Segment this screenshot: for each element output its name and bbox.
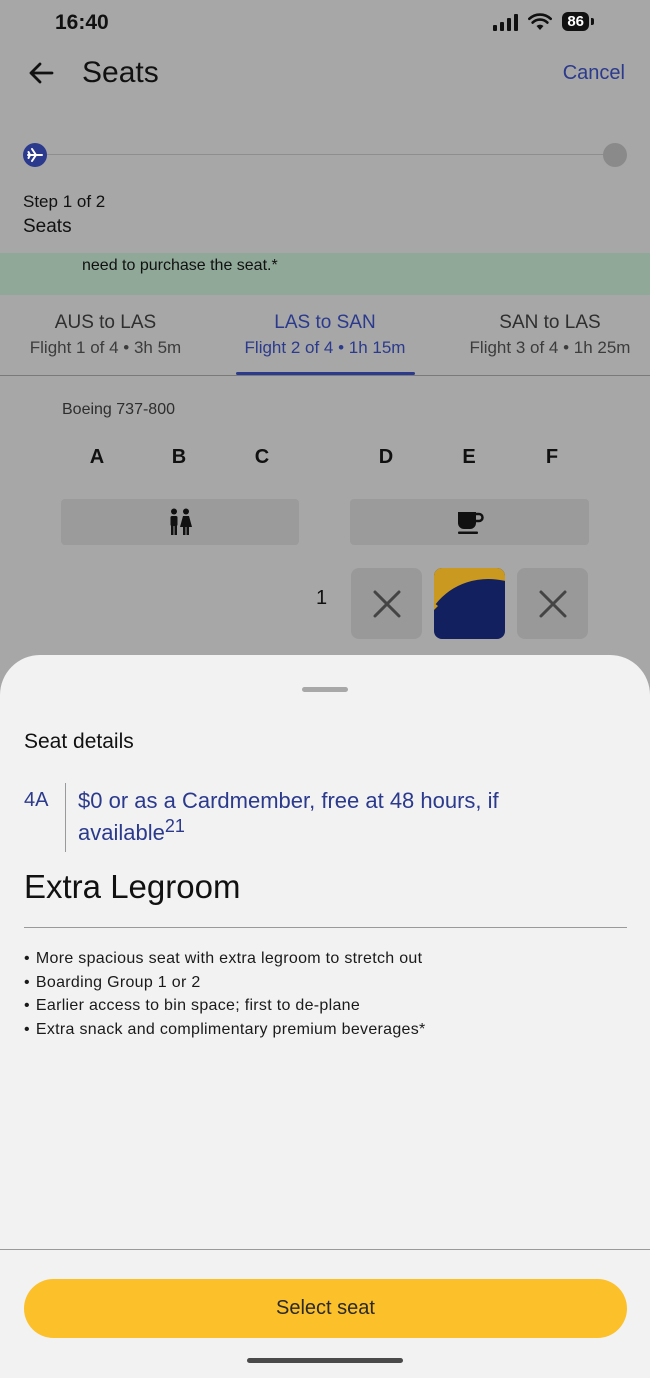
coffee-icon: [457, 512, 484, 534]
close-icon: [539, 590, 566, 617]
column-letter: B: [171, 446, 187, 468]
seat-details-sheet: Seat details 4A $0 or as a Cardmember, f…: [0, 655, 650, 1378]
step-label: Step 1 of 2: [23, 192, 106, 211]
step-progress: [23, 143, 627, 167]
step-name: Seats: [23, 216, 72, 237]
tab-meta: Flight 1 of 4 • 3h 5m: [29, 338, 182, 357]
seat-price-text: $0 or as a Cardmember, free at 48 hours,…: [78, 788, 499, 845]
tab-meta: Flight 3 of 4 • 1h 25m: [469, 338, 631, 357]
progress-end-dot: [603, 143, 627, 167]
active-tab-indicator: [236, 372, 415, 375]
tab-meta: Flight 2 of 4 • 1h 15m: [244, 338, 406, 357]
page-title: Seats: [82, 56, 159, 89]
seat-unavailable: [517, 568, 588, 639]
tab-las-to-san[interactable]: LAS to SAN Flight 2 of 4 • 1h 15m: [225, 311, 425, 361]
cancel-button[interactable]: Cancel: [563, 62, 625, 85]
seat-id: 4A: [24, 789, 49, 811]
tab-route: AUS to LAS: [54, 312, 157, 333]
divider: [24, 927, 627, 928]
status-icons: 86: [493, 12, 594, 31]
price-divider: [65, 783, 66, 852]
seat-class: Extra Legroom: [24, 868, 241, 905]
feature-item: Earlier access to bin space; first to de…: [24, 994, 426, 1018]
column-letter: E: [462, 446, 476, 468]
wifi-icon: [528, 12, 553, 30]
close-icon: [373, 590, 400, 617]
seat-stripe-graphic: [434, 568, 505, 610]
seat-unavailable: [351, 568, 422, 639]
tab-route: SAN to LAS: [499, 312, 601, 333]
feature-item: Boarding Group 1 or 2: [24, 971, 426, 995]
column-letter: A: [89, 446, 105, 468]
restroom-area: [61, 499, 299, 545]
battery-icon: 86: [562, 12, 594, 31]
signal-icon: [493, 13, 519, 31]
row-number: 1: [316, 587, 328, 609]
restroom-icon: [170, 508, 192, 535]
aircraft-label: Boeing 737-800: [62, 401, 175, 418]
progress-line: [47, 154, 603, 155]
feature-item: More spacious seat with extra legroom to…: [24, 947, 426, 971]
drag-handle[interactable]: [302, 687, 348, 692]
seat-premium-selected[interactable]: [434, 568, 505, 639]
airplane-icon: [23, 143, 47, 167]
sheet-title: Seat details: [24, 730, 134, 753]
galley-area: [350, 499, 589, 545]
footer-divider: [0, 1249, 650, 1250]
back-arrow-icon[interactable]: [26, 58, 56, 88]
select-seat-button[interactable]: Select seat: [24, 1279, 627, 1338]
info-banner-text: need to purchase the seat.*: [82, 257, 278, 274]
flight-tabs: AUS to LAS Flight 1 of 4 • 3h 5m LAS to …: [0, 295, 650, 376]
tab-san-to-las[interactable]: SAN to LAS Flight 3 of 4 • 1h 25m: [452, 311, 648, 361]
column-letter: F: [545, 446, 559, 468]
info-banner: need to purchase the seat.*: [0, 253, 650, 295]
app-header: Seats Cancel: [0, 46, 650, 106]
home-indicator[interactable]: [247, 1358, 403, 1363]
status-bar: 16:40 86: [0, 0, 650, 46]
status-time: 16:40: [55, 11, 109, 34]
price-footnote[interactable]: 21: [165, 816, 185, 836]
tab-aus-to-las[interactable]: AUS to LAS Flight 1 of 4 • 3h 5m: [0, 311, 211, 361]
battery-level: 86: [562, 12, 589, 31]
feature-list: More spacious seat with extra legroom to…: [24, 947, 426, 1041]
column-letter: D: [378, 446, 394, 468]
tab-route: LAS to SAN: [274, 312, 376, 333]
seat-price: $0 or as a Cardmember, free at 48 hours,…: [78, 785, 558, 849]
column-letter: C: [254, 446, 270, 468]
feature-item: Extra snack and complimentary premium be…: [24, 1018, 426, 1042]
